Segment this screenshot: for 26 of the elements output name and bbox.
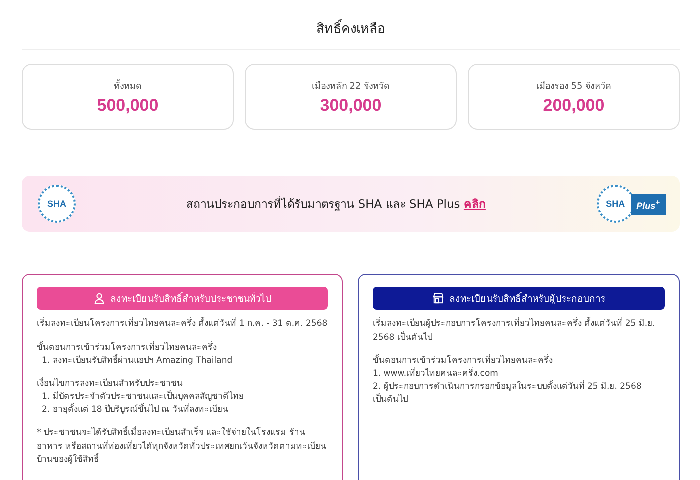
register-button[interactable]: ลงทะเบียนรับสิทธิ์สำหรับประชาชนทั่วไป	[37, 287, 328, 310]
list-item: 1. ลงทะเบียนรับสิทธิ์ผ่านแอปฯ Amazing Thailand	[41, 354, 234, 368]
plus-badge: Plus$^{+}$	[630, 194, 666, 215]
list-heading: ขั้นตอนการเข้าร่วมโครงการเที่ยวไทยคนละครึ่ง	[373, 354, 554, 367]
stat-value: 200,000	[543, 96, 605, 116]
sha-logo: SHA	[38, 185, 76, 224]
paragraph-text: เริ่มลงทะเบียนโครงการเที่ยวไทยคนละครึ่ง ตั้งแต่วันที่ 1 ก.ค. - 31 ต.ค. 2568	[37, 318, 328, 332]
note-text: * ประชาชนจะได้รับสิทธิ์เมื่อลงทะเบียนสำเร็จ และใช้จ่ายในโรงแรม ร้านอาหาร หรือสถานที่ท่องเที่ยวได้ทุกจังหวัดทั่วประเทศยกเว้นจังหวัดตามทะเบียนบ้านของผู้ใช้สิทธิ์	[37, 427, 328, 467]
stat-label: เมืองรอง 55 จังหวัด	[536, 80, 612, 92]
stat-label: เมืองหลัก 22 จังหวัด	[312, 80, 390, 92]
list-heading: เงื่อนไขการลงทะเบียนสำหรับประชาชน	[37, 378, 184, 390]
click-link[interactable]: คลิก	[464, 197, 486, 212]
stat-value: 500,000	[97, 96, 159, 116]
paragraph-text: เริ่มลงทะเบียนผู้ประกอบการโครงการเที่ยวไทยคนละครึ่ง ตั้งแต่วันที่ 25 มิ.ย. 2568 เป็นต้นไป	[373, 318, 656, 345]
list-item: 2. ผู้ประกอบการดำเนินการกรอกข้อมูลในระบบตั้งแต่วันที่ 25 มิ.ย. 2568 เป็นต้นไป	[373, 381, 643, 408]
store-icon	[432, 293, 444, 304]
banner-text: สถานประกอบการที่ได้รับมาตรฐาน SHA และ SHA Plus คลิก	[186, 195, 486, 214]
stat-label: ทั้งหมด	[114, 78, 142, 92]
list-item: 1. มีบัตรประจำตัวประชาชนและเป็นบุคคลสัญชาติไทย	[41, 391, 245, 403]
stat-value: 300,000	[320, 96, 382, 116]
list-item: 1. www.เที่ยวไทยคนละครึ่ง.com	[373, 368, 500, 380]
section-title: สิทธิ์คงเหลือ	[22, 0, 680, 50]
list-heading: ขั้นตอนการเข้าร่วมโครงการเที่ยวไทยคนละครึ่ง	[37, 342, 218, 354]
list-item: 2. อายุตั้งแต่ 18 ปีบริบูรณ์ขึ้นไป ณ วันที่ลงทะเบียน	[41, 404, 230, 418]
register-button[interactable]: ลงทะเบียนรับสิทธิ์สำหรับผู้ประกอบการ	[373, 287, 665, 310]
person-icon	[94, 293, 104, 304]
